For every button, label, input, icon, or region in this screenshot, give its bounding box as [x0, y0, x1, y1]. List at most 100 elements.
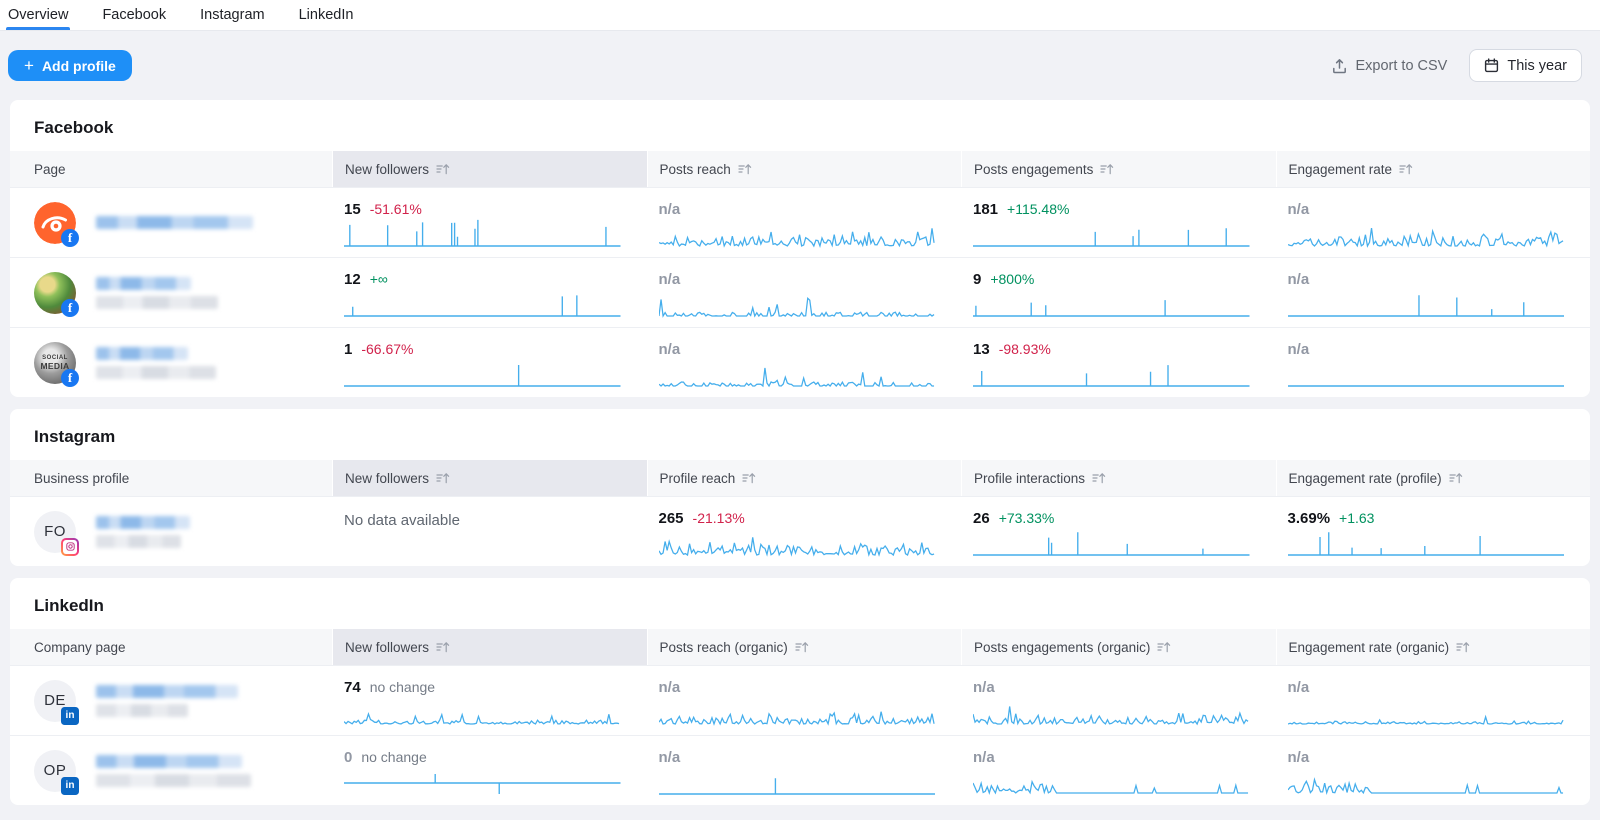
redacted-text-line [96, 347, 188, 360]
sort-icon [738, 163, 752, 175]
sparkline-chart [1288, 697, 1565, 727]
metric-value-line: n/a [659, 679, 936, 696]
column-header-engagement-rate-organic[interactable]: Engagement rate (organic) [1276, 629, 1591, 665]
add-profile-button[interactable]: + Add profile [8, 50, 132, 81]
sparkline-chart [659, 289, 936, 319]
column-header-profile-interactions[interactable]: Profile interactions [961, 460, 1276, 496]
avatar-with-badge: FO [34, 511, 76, 553]
metric-value: n/a [659, 201, 681, 218]
metric-value: 0 [344, 749, 352, 766]
metric-value-line: n/a [659, 341, 936, 358]
metric-value-line: 12+∞ [344, 271, 621, 288]
metric-cell: n/a [1276, 258, 1591, 327]
sort-icon [436, 163, 450, 175]
tab-linkedin[interactable]: LinkedIn [299, 0, 354, 30]
date-range-button[interactable]: This year [1469, 49, 1582, 82]
metric-value: 13 [973, 341, 990, 358]
metric-change: -98.93% [999, 341, 1051, 357]
sparkline-chart [973, 528, 1250, 558]
redacted-text-line [96, 277, 191, 290]
metric-value: n/a [1288, 749, 1310, 766]
column-header-posts-engagements[interactable]: Posts engagements [961, 151, 1276, 187]
sparkline-chart [973, 289, 1250, 319]
metric-value-line: n/a [659, 201, 936, 218]
column-header-posts-reach-organic[interactable]: Posts reach (organic) [647, 629, 962, 665]
metric-value: n/a [659, 271, 681, 288]
column-header-profile-reach[interactable]: Profile reach [647, 460, 962, 496]
metric-value-line: 1-66.67% [344, 341, 621, 358]
sparkline-chart [1288, 359, 1565, 389]
facebook-badge-icon: f [61, 229, 79, 247]
metric-change: -66.67% [361, 341, 413, 357]
entity-column-label: Business profile [34, 471, 129, 486]
redacted-profile-name [96, 277, 218, 309]
profile-cell[interactable]: FO [10, 497, 332, 566]
sparkline-chart [973, 767, 1250, 797]
column-header-label: Posts engagements (organic) [974, 640, 1150, 655]
avatar-with-badge: DEin [34, 680, 76, 722]
metric-value: 12 [344, 271, 361, 288]
entity-column-label: Company page [34, 640, 126, 655]
column-header-label: Profile reach [660, 471, 736, 486]
redacted-text-line [96, 535, 181, 548]
export-csv-button[interactable]: Export to CSV [1332, 58, 1447, 74]
metric-value: n/a [1288, 201, 1310, 218]
sparkline-chart [1288, 767, 1565, 797]
tab-overview[interactable]: Overview [8, 0, 68, 30]
column-header-new-followers[interactable]: New followers [332, 629, 647, 665]
export-icon [1332, 58, 1347, 74]
redacted-profile-name [96, 755, 251, 787]
metric-cell: n/a [1276, 666, 1591, 735]
profile-cell[interactable]: f [10, 188, 332, 257]
metric-change: no change [370, 679, 435, 695]
tab-facebook[interactable]: Facebook [102, 0, 166, 30]
sparkline-chart [344, 767, 621, 797]
sparkline-chart [659, 767, 936, 797]
metric-cell: 13 -98.93% [961, 328, 1276, 397]
metric-cell: 3.69%+1.63 [1276, 497, 1591, 566]
profile-cell[interactable]: f [10, 258, 332, 327]
sparkline-chart [973, 697, 1250, 727]
column-header-engagement-rate[interactable]: Engagement rate [1276, 151, 1591, 187]
profile-cell[interactable]: SOCIALMEDIAf [10, 328, 332, 397]
metric-cell: n/a [1276, 736, 1591, 805]
metric-cell: n/a [1276, 328, 1591, 397]
column-header-posts-reach[interactable]: Posts reach [647, 151, 962, 187]
metric-value: 181 [973, 201, 998, 218]
metric-change: +115.48% [1007, 201, 1069, 217]
tab-instagram[interactable]: Instagram [200, 0, 264, 30]
profile-cell[interactable]: DEin [10, 666, 332, 735]
avatar-with-badge: f [34, 202, 76, 244]
metric-value-line: n/a [659, 749, 936, 766]
column-header-posts-engagements-organic[interactable]: Posts engagements (organic) [961, 629, 1276, 665]
avatar-with-badge: f [34, 272, 76, 314]
metric-cell: n/a [647, 666, 962, 735]
metric-cell: n/a [647, 258, 962, 327]
redacted-text-line [96, 685, 238, 698]
sparkline-chart [659, 528, 936, 558]
section-card-instagram: InstagramBusiness profileNew followersPr… [10, 409, 1590, 566]
section-card-linkedin: LinkedInCompany pageNew followersPosts r… [10, 578, 1590, 805]
sparkline-chart [973, 219, 1250, 249]
profile-row: OPin0no changen/an/an/a [10, 735, 1590, 805]
plus-icon: + [24, 57, 34, 74]
column-header-label: New followers [345, 162, 429, 177]
entity-column-header: Company page [10, 629, 332, 665]
sort-icon [1449, 472, 1463, 484]
metric-change: -21.13% [693, 510, 745, 526]
column-header-engagement-rate-profile[interactable]: Engagement rate (profile) [1276, 460, 1591, 496]
metric-change: +73.33% [999, 510, 1055, 526]
metric-value: 74 [344, 679, 361, 696]
sort-icon [1399, 163, 1413, 175]
entity-column-header: Page [10, 151, 332, 187]
profile-cell[interactable]: OPin [10, 736, 332, 805]
profile-row: f15-51.61%n/a181+115.48%n/a [10, 187, 1590, 257]
sparkline-chart [659, 359, 936, 389]
column-header-label: Posts engagements [974, 162, 1093, 177]
sparkline-chart [344, 289, 621, 319]
sort-icon [795, 641, 809, 653]
instagram-camera-icon [66, 542, 75, 551]
column-header-new-followers[interactable]: New followers [332, 151, 647, 187]
metric-value-line: 74 no change [344, 679, 621, 696]
column-header-new-followers[interactable]: New followers [332, 460, 647, 496]
